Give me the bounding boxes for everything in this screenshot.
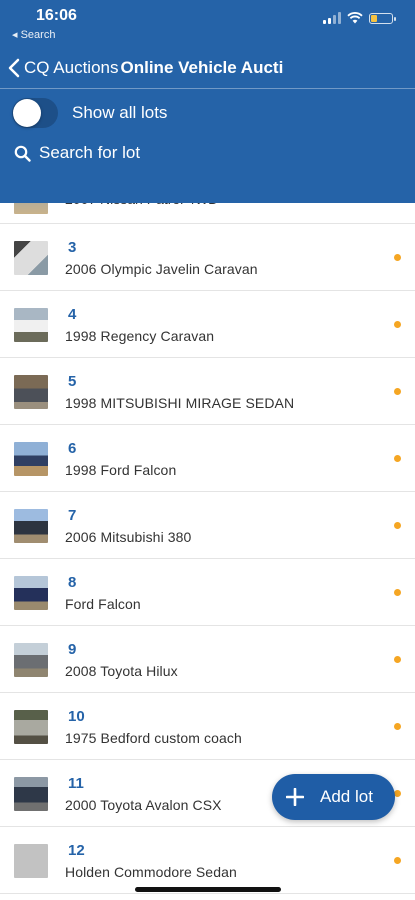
wifi-icon: [347, 12, 363, 24]
status-dot: [394, 254, 401, 261]
vehicle-thumbnail: [14, 509, 48, 543]
lot-number: 8: [68, 574, 77, 591]
lot-row-3[interactable]: 3 2006 Olympic Javelin Caravan: [0, 224, 415, 291]
back-button-label: CQ Auctions: [24, 58, 119, 77]
status-icons: [323, 12, 396, 24]
lot-number: 3: [68, 239, 77, 256]
vehicle-thumbnail: [14, 375, 48, 409]
lot-number: 11: [68, 775, 84, 792]
status-dot: [394, 589, 401, 596]
add-lot-label: Add lot: [320, 787, 373, 806]
lot-row-4[interactable]: 4 1998 Regency Caravan: [0, 291, 415, 358]
lot-description: 2006 Olympic Javelin Caravan: [65, 261, 258, 277]
lot-row-9[interactable]: 9 2008 Toyota Hilux: [0, 626, 415, 693]
lot-description: 1998 MITSUBISHI MIRAGE SEDAN: [65, 395, 295, 411]
lot-description: 2000 Toyota Avalon CSX: [65, 797, 222, 813]
add-lot-button[interactable]: Add lot: [272, 774, 395, 820]
nav-bar: CQ Auctions Online Vehicle Aucti: [0, 50, 415, 86]
status-dot: [394, 656, 401, 663]
status-bar: 16:06 ◂ Search: [0, 0, 415, 44]
plus-icon: [286, 788, 304, 806]
vehicle-thumbnail: [14, 576, 48, 610]
vehicle-thumbnail: [14, 308, 48, 342]
lot-description: 1998 Regency Caravan: [65, 328, 215, 344]
status-dot: [394, 321, 401, 328]
lot-row-10[interactable]: 10 1975 Bedford custom coach: [0, 693, 415, 760]
lot-row-8[interactable]: 8 Ford Falcon: [0, 559, 415, 626]
status-dot: [394, 388, 401, 395]
lot-description: Ford Falcon: [65, 596, 141, 612]
lot-number: 10: [68, 708, 85, 725]
back-button[interactable]: CQ Auctions: [8, 58, 119, 78]
search-icon: [14, 145, 31, 162]
lot-description: 1998 Ford Falcon: [65, 462, 177, 478]
chevron-left-icon: [8, 58, 20, 78]
vehicle-thumbnail-placeholder: [14, 844, 48, 878]
vehicle-thumbnail: [14, 241, 48, 275]
show-all-lots-label: Show all lots: [72, 103, 168, 122]
lot-number: 5: [68, 373, 77, 390]
status-dot: [394, 857, 401, 864]
vehicle-thumbnail: [14, 442, 48, 476]
search-lot-button[interactable]: Search for lot: [14, 143, 140, 163]
lot-description: 2006 Mitsubishi 380: [65, 529, 192, 545]
lot-number: 9: [68, 641, 77, 658]
page-title: Online Vehicle Aucti: [120, 58, 284, 77]
lot-number: 6: [68, 440, 77, 457]
lot-row-6[interactable]: 6 1998 Ford Falcon: [0, 425, 415, 492]
lot-row-12[interactable]: 12 Holden Commodore Sedan: [0, 827, 415, 894]
show-all-lots-toggle[interactable]: [12, 98, 58, 128]
status-dot: [394, 522, 401, 529]
status-dot: [394, 790, 401, 797]
header-divider: [0, 88, 415, 89]
lot-number: 4: [68, 306, 77, 323]
lot-description: Holden Commodore Sedan: [65, 864, 237, 880]
lot-row-5[interactable]: 5 1998 MITSUBISHI MIRAGE SEDAN: [0, 358, 415, 425]
vehicle-thumbnail: [14, 643, 48, 677]
lot-description: 2008 Toyota Hilux: [65, 663, 178, 679]
lot-number: 12: [68, 842, 85, 859]
status-dot: [394, 723, 401, 730]
battery-icon: [369, 12, 396, 24]
vehicle-thumbnail: [14, 710, 48, 744]
lot-description: 1975 Bedford custom coach: [65, 730, 242, 746]
status-dot: [394, 455, 401, 462]
lot-row-7[interactable]: 7 2006 Mitsubishi 380: [0, 492, 415, 559]
status-time: 16:06: [36, 7, 77, 24]
signal-icon: [323, 12, 341, 24]
app-header: 16:06 ◂ Search CQ Auctions Online Vehicl…: [0, 0, 415, 203]
vehicle-thumbnail: [14, 777, 48, 811]
search-lot-label: Search for lot: [39, 143, 141, 162]
status-back-link[interactable]: ◂ Search: [12, 28, 55, 41]
show-all-lots-row: Show all lots: [12, 98, 167, 128]
lot-number: 7: [68, 507, 77, 524]
home-indicator: [135, 887, 281, 892]
